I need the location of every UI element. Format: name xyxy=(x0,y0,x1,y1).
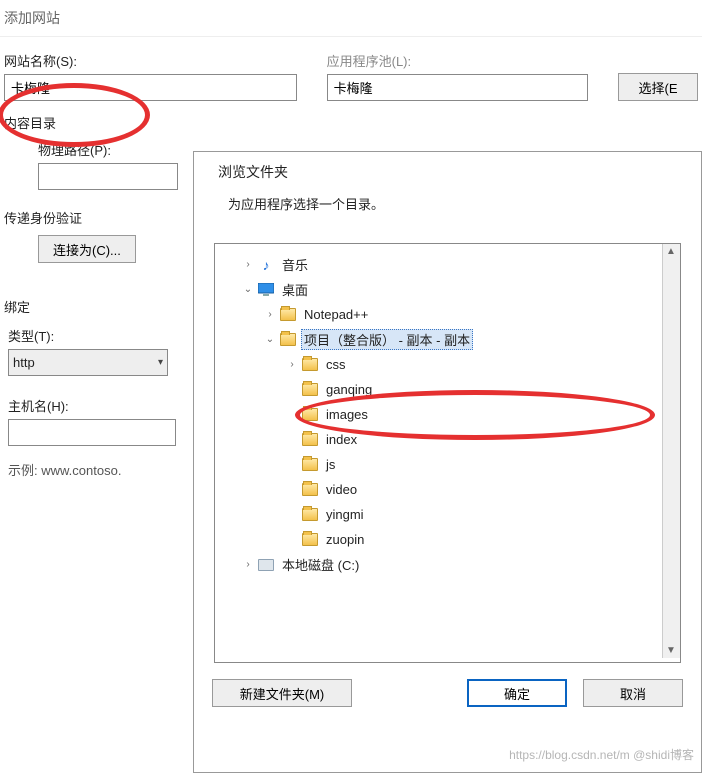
cancel-button[interactable]: 取消 xyxy=(583,679,683,707)
tree-label: css xyxy=(323,356,349,373)
tree-label: images xyxy=(323,406,371,423)
browse-folder-dialog: 浏览文件夹 为应用程序选择一个目录。 › ♪ 音乐 ⌄ 桌面 xyxy=(193,151,702,773)
tree-item-index[interactable]: index xyxy=(285,427,676,452)
ok-button[interactable]: 确定 xyxy=(467,679,567,707)
tree-label: 本地磁盘 (C:) xyxy=(279,554,362,575)
tree-item-notepad[interactable]: › Notepad++ xyxy=(263,302,676,327)
tree-item-desktop[interactable]: ⌄ 桌面 xyxy=(241,277,676,302)
chevron-right-icon: › xyxy=(241,559,255,570)
folder-icon xyxy=(279,306,297,324)
type-value: http xyxy=(13,355,35,370)
browse-instruction: 为应用程序选择一个目录。 xyxy=(194,186,701,225)
folder-icon xyxy=(301,456,319,474)
tree-label: video xyxy=(323,481,360,498)
app-pool-input xyxy=(327,74,588,101)
tree-item-zuopin[interactable]: zuopin xyxy=(285,527,676,552)
folder-icon xyxy=(301,506,319,524)
tree-item-drive-c[interactable]: › 本地磁盘 (C:) xyxy=(241,552,676,577)
folder-icon xyxy=(279,331,297,349)
select-button[interactable]: 选择(E xyxy=(618,73,698,101)
scrollbar-vertical[interactable] xyxy=(662,244,680,658)
chevron-down-icon: ⌄ xyxy=(263,334,277,345)
new-folder-button[interactable]: 新建文件夹(M) xyxy=(212,679,352,707)
folder-icon xyxy=(301,356,319,374)
browse-title: 浏览文件夹 xyxy=(194,152,701,186)
folder-tree[interactable]: › ♪ 音乐 ⌄ 桌面 › xyxy=(214,243,681,663)
tree-label-selected: 项目（整合版） - 副本 - 副本 xyxy=(301,329,473,350)
site-name-input[interactable] xyxy=(4,74,297,101)
monitor-icon xyxy=(257,281,275,299)
music-icon: ♪ xyxy=(257,256,275,274)
connect-as-button[interactable]: 连接为(C)... xyxy=(38,235,136,263)
content-dir-label: 内容目录 xyxy=(4,113,698,132)
chevron-right-icon: › xyxy=(241,259,255,270)
tree-label: ganqing xyxy=(323,381,375,398)
chevron-right-icon: › xyxy=(263,309,277,320)
app-pool-label: 应用程序池(L): xyxy=(327,51,588,70)
tree-item-music[interactable]: › ♪ 音乐 xyxy=(241,252,676,277)
folder-icon xyxy=(301,531,319,549)
tree-item-js[interactable]: js xyxy=(285,452,676,477)
tree-item-ganqing[interactable]: ganqing xyxy=(285,377,676,402)
tree-label: index xyxy=(323,431,360,448)
host-input[interactable] xyxy=(8,419,176,446)
chevron-down-icon: ▾ xyxy=(158,357,163,368)
folder-icon xyxy=(301,481,319,499)
tree-item-video[interactable]: video xyxy=(285,477,676,502)
tree-item-yingmi[interactable]: yingmi xyxy=(285,502,676,527)
tree-label: 桌面 xyxy=(279,279,311,300)
tree-item-css[interactable]: › css xyxy=(285,352,676,377)
drive-icon xyxy=(257,556,275,574)
folder-icon xyxy=(301,381,319,399)
tree-label: yingmi xyxy=(323,506,367,523)
window-title: 添加网站 xyxy=(0,0,702,37)
tree-label: Notepad++ xyxy=(301,306,371,323)
tree-label: js xyxy=(323,456,338,473)
tree-item-images[interactable]: images xyxy=(285,402,676,427)
chevron-down-icon: ⌄ xyxy=(241,284,255,295)
tree-item-project[interactable]: ⌄ 项目（整合版） - 副本 - 副本 xyxy=(263,327,676,352)
tree-label: zuopin xyxy=(323,531,367,548)
chevron-right-icon: › xyxy=(285,359,299,370)
site-name-label: 网站名称(S): xyxy=(4,51,297,70)
folder-icon xyxy=(301,431,319,449)
type-select[interactable]: http ▾ xyxy=(8,349,168,376)
folder-icon xyxy=(301,406,319,424)
tree-label: 音乐 xyxy=(279,254,311,275)
physical-path-input[interactable] xyxy=(38,163,178,190)
